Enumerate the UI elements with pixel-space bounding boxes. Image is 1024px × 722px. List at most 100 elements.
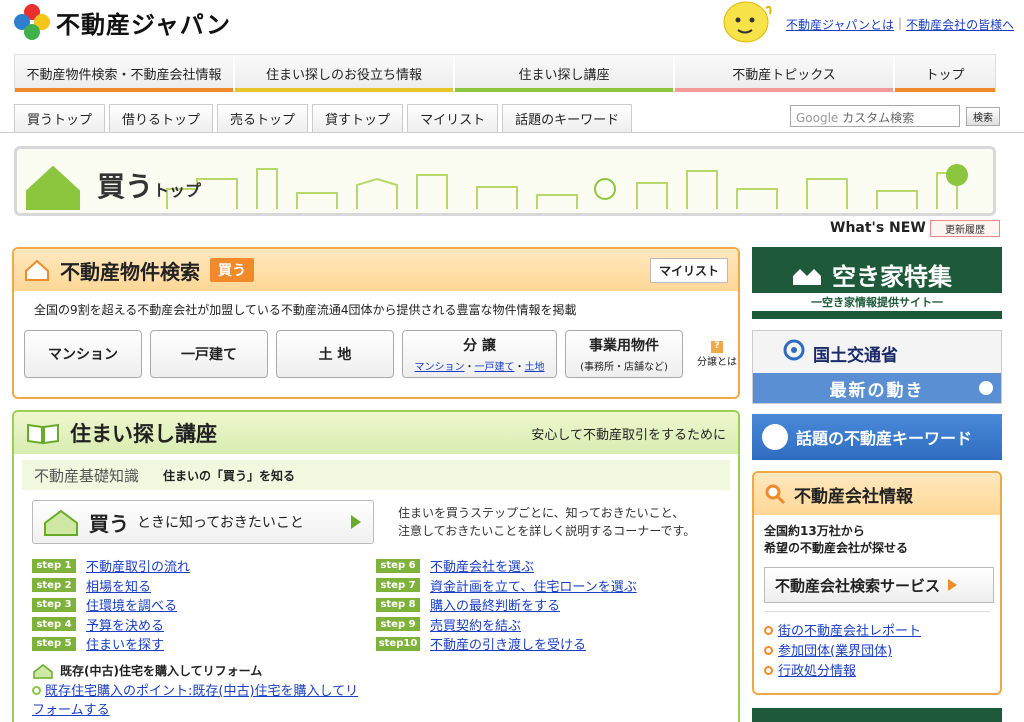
step-item: step 5 住まいを探す bbox=[32, 634, 190, 654]
company-links: 街の不動産会社レポート 参加団体(業界団体) 行政処分情報 bbox=[764, 622, 1000, 682]
step-item: step 1 不動産取引の流れ bbox=[32, 556, 190, 576]
nav-property-search[interactable]: 不動産物件検索・不動産会社情報 bbox=[15, 55, 235, 92]
company-info-desc: 全国約13万社から 希望の不動産会社が探せる bbox=[764, 524, 909, 555]
buy-guide-rest: ときに知っておきたいこと bbox=[137, 515, 304, 531]
akiya-banner[interactable]: 空き家特集 一空き家情報提供サイト一 bbox=[752, 247, 1002, 319]
step-link[interactable]: 予算を決める bbox=[86, 615, 164, 634]
akiya-sub: 一空き家情報提供サイト一 bbox=[752, 293, 1002, 311]
banner-title: 買うトップ bbox=[97, 170, 202, 203]
mlit-logo-icon bbox=[783, 339, 805, 361]
bottom-green-banner[interactable] bbox=[752, 708, 1002, 722]
site-logo[interactable]: 不動産ジャパン bbox=[14, 2, 231, 42]
divider bbox=[764, 611, 990, 612]
buy-guide-desc: 住まいを買うステップごとに、知っておきたいこと、 注意しておきたいことを詳しく説… bbox=[398, 506, 696, 538]
housing-course-header: 住まい探し講座 安心して不動産取引をするために bbox=[14, 412, 738, 454]
step-link[interactable]: 不動産会社を選ぶ bbox=[430, 556, 534, 575]
steps-left: step 1 不動産取引の流れ step 2 相場を知る step 3 住環境を調べる… bbox=[32, 556, 190, 654]
bullet-icon bbox=[32, 686, 41, 695]
tab-buy-top[interactable]: 買うトップ bbox=[14, 104, 106, 132]
property-type-buttons: マンション 一戸建て 土 地 分 譲 マンション・一戸建て・土地 事業用物件 (… bbox=[24, 330, 738, 378]
steps-right: step 6 不動産会社を選ぶ step 7 資金計画を立て、住宅ローンを選ぶ st… bbox=[376, 556, 637, 654]
step-link[interactable]: 不動産の引き渡しを受ける bbox=[430, 634, 586, 653]
bunjo-help[interactable]: ? 分譲とは bbox=[697, 340, 737, 368]
update-history-button[interactable]: 更新履歴 bbox=[930, 220, 1000, 237]
tab-sell-top[interactable]: 売るトップ bbox=[217, 104, 309, 132]
step-item: step 2 相場を知る bbox=[32, 576, 190, 596]
bullet-icon bbox=[764, 666, 773, 675]
magnifier-icon bbox=[765, 484, 786, 505]
bunjo-land-link[interactable]: 土地 bbox=[525, 362, 545, 373]
for-companies-link[interactable]: 不動産会社の皆様へ bbox=[906, 16, 1014, 33]
company-search-button[interactable]: 不動産会社検索サービス bbox=[764, 567, 994, 603]
property-search-title: 不動産物件検索 bbox=[60, 259, 200, 284]
bunjo-button[interactable]: 分 譲 マンション・一戸建て・土地 bbox=[402, 330, 557, 378]
step-link[interactable]: 売買契約を結ぶ bbox=[430, 615, 521, 634]
bunjo-label: 分 譲 bbox=[463, 338, 496, 354]
groups-link[interactable]: 参加団体(業界団体) bbox=[778, 644, 892, 659]
step-link[interactable]: 相場を知る bbox=[86, 576, 151, 595]
mlit-banner[interactable]: 国土交通省 最新の動き bbox=[752, 330, 1002, 404]
houses-icon bbox=[793, 268, 821, 285]
google-placeholder: Google bbox=[796, 111, 839, 125]
tab-mylist[interactable]: マイリスト bbox=[407, 104, 499, 132]
mascot-icon bbox=[723, 1, 772, 43]
reform-link[interactable]: 既存住宅購入のポイント:既存(中古)住宅を購入してリフォームする bbox=[32, 684, 358, 718]
main-nav: 不動産物件検索・不動産会社情報 住まい探しのお役立ち情報 住まい探し講座 不動産… bbox=[14, 54, 996, 92]
search-placeholder: カスタム検索 bbox=[842, 111, 915, 125]
about-link[interactable]: 不動産ジャパンとは bbox=[786, 16, 894, 33]
arrow-right-icon bbox=[351, 515, 361, 529]
logo-mark-icon bbox=[14, 4, 50, 40]
step-link[interactable]: 不動産取引の流れ bbox=[86, 556, 190, 575]
mylist-button[interactable]: マイリスト bbox=[649, 257, 728, 283]
step-item: step 8 購入の最終判断をする bbox=[376, 595, 637, 615]
latest-updates-button[interactable]: 最新の動き bbox=[753, 373, 1001, 403]
property-search-header: 不動産物件検索 買う マイリスト bbox=[14, 249, 738, 291]
housing-course-panel: 住まい探し講座 安心して不動産取引をするために 不動産基礎知識 住まいの「買う」… bbox=[12, 410, 740, 722]
step-link[interactable]: 資金計画を立て、住宅ローンを選ぶ bbox=[430, 576, 637, 595]
house-button[interactable]: 一戸建て bbox=[150, 330, 268, 378]
company-info-title: 不動産会社情報 bbox=[794, 486, 913, 507]
reform-link-row: 既存住宅購入のポイント:既存(中古)住宅を購入してリフォームする bbox=[32, 682, 362, 720]
land-button[interactable]: 土 地 bbox=[276, 330, 394, 378]
search-input[interactable]: Google カスタム検索 bbox=[790, 105, 960, 127]
nav-useful-info[interactable]: 住まい探しのお役立ち情報 bbox=[235, 55, 455, 92]
basic-knowledge-label: 不動産基礎知識 bbox=[34, 466, 140, 485]
mansion-button[interactable]: マンション bbox=[24, 330, 142, 378]
bunjo-help-label: 分譲とは bbox=[697, 357, 737, 368]
nav-topics[interactable]: 不動産トピックス bbox=[675, 55, 895, 92]
property-search-desc: 全国の9割を超える不動産会社が加盟している不動産流通4団体から提供される豊富な物… bbox=[34, 303, 577, 317]
bullet-icon bbox=[764, 646, 773, 655]
akiya-title-row: 空き家特集 bbox=[792, 257, 952, 292]
business-label: 事業用物件 bbox=[589, 338, 659, 354]
step-link[interactable]: 購入の最終判断をする bbox=[430, 595, 560, 614]
tabs-divider bbox=[0, 132, 1024, 133]
step-link[interactable]: 住環境を調べる bbox=[86, 595, 177, 614]
keyword-banner[interactable]: 話題の不動産キーワード bbox=[752, 414, 1002, 460]
question-icon: ? bbox=[711, 341, 723, 353]
tab-keywords[interactable]: 話題のキーワード bbox=[502, 104, 633, 132]
bunjo-house-link[interactable]: 一戸建て bbox=[475, 362, 515, 373]
business-sub: (事務所・店舗など) bbox=[580, 362, 668, 373]
buy-guide-big: 買う bbox=[89, 511, 129, 536]
house-search-icon bbox=[25, 259, 49, 281]
step-item: step 7 資金計画を立て、住宅ローンを選ぶ bbox=[376, 576, 637, 596]
nav-course[interactable]: 住まい探し講座 bbox=[455, 55, 675, 92]
town-report-link[interactable]: 街の不動産会社レポート bbox=[778, 624, 921, 639]
step-item: step 4 予算を決める bbox=[32, 615, 190, 635]
tab-lend-top[interactable]: 貸すトップ bbox=[312, 104, 404, 132]
step-item: step10 不動産の引き渡しを受ける bbox=[376, 634, 637, 654]
buy-guide-button[interactable]: 買う ときに知っておきたいこと bbox=[32, 500, 374, 544]
bunjo-mansion-link[interactable]: マンション bbox=[415, 362, 465, 373]
buy-badge: 買う bbox=[210, 258, 254, 282]
reform-heading: 既存(中古)住宅を購入してリフォーム bbox=[32, 662, 262, 679]
buy-top-banner: 買うトップ bbox=[14, 146, 996, 216]
nav-top[interactable]: トップ bbox=[895, 55, 995, 92]
know-buy-label: 住まいの「買う」を知る bbox=[163, 468, 296, 483]
business-button[interactable]: 事業用物件 (事務所・店舗など) bbox=[565, 330, 683, 378]
step-link[interactable]: 住まいを探す bbox=[86, 634, 164, 653]
disposal-link[interactable]: 行政処分情報 bbox=[778, 664, 856, 679]
book-icon bbox=[27, 423, 59, 445]
bunjo-sublinks: マンション・一戸建て・土地 bbox=[414, 362, 545, 373]
tab-rent-top[interactable]: 借りるトップ bbox=[109, 104, 214, 132]
search-button[interactable]: 検索 bbox=[966, 107, 1000, 126]
